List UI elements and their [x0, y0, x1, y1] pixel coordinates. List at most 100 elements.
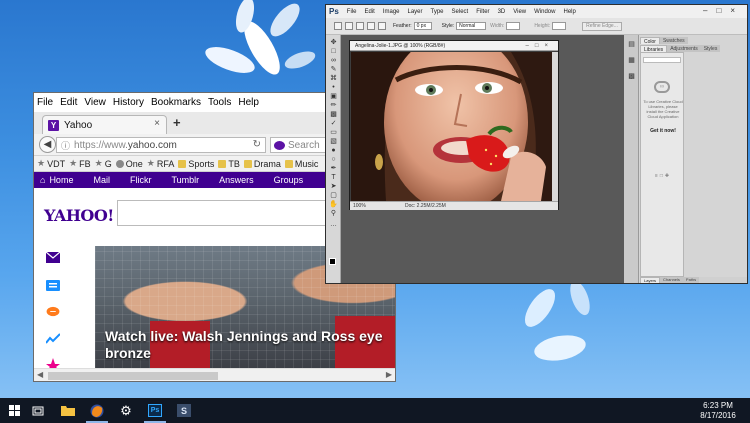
zoom-tool-icon[interactable]: ⚲: [329, 210, 338, 218]
foreground-color-swatch[interactable]: [329, 258, 336, 265]
blur-tool-icon[interactable]: ●: [329, 147, 338, 155]
path-selection-tool-icon[interactable]: ➤: [329, 183, 338, 191]
rectangle-tool-icon[interactable]: ▢: [329, 192, 338, 200]
style-select[interactable]: Normal: [456, 22, 487, 30]
news-icon[interactable]: [46, 280, 60, 291]
menu-edit[interactable]: Edit: [60, 97, 77, 108]
info-panel-icon[interactable]: ▩: [627, 73, 636, 81]
history-panel-icon[interactable]: ▤: [627, 41, 636, 49]
menu-help[interactable]: Help: [238, 97, 259, 108]
properties-panel-icon[interactable]: ▦: [627, 57, 636, 65]
ps-menu-type[interactable]: Type: [431, 9, 444, 15]
feather-input[interactable]: 0 px: [413, 22, 432, 30]
photoshop-window[interactable]: Ps File Edit Image Layer Type Select Fil…: [325, 4, 748, 284]
healing-brush-tool-icon[interactable]: ▣: [329, 93, 338, 101]
zoom-level[interactable]: 100%: [353, 202, 366, 211]
type-tool-icon[interactable]: T: [329, 174, 338, 182]
document-vertical-scrollbar[interactable]: [552, 52, 558, 201]
tab-swatches[interactable]: Swatches: [659, 37, 688, 44]
add-selection-icon[interactable]: [356, 22, 364, 30]
close-tab-icon[interactable]: ×: [154, 118, 160, 129]
yahoo-logo[interactable]: YAHOO!: [44, 206, 114, 225]
pen-tool-icon[interactable]: ✒: [329, 165, 338, 173]
tab-paths[interactable]: Paths: [682, 277, 700, 283]
bookmark-folder-sports[interactable]: Sports: [178, 159, 214, 169]
ps-menu-help[interactable]: Help: [563, 9, 575, 15]
bookmark-g[interactable]: ★ G: [95, 158, 112, 169]
hand-tool-icon[interactable]: ✋: [329, 201, 338, 209]
system-clock[interactable]: 6:23 PM 8/17/2016: [692, 401, 744, 421]
lasso-tool-icon[interactable]: ∞: [329, 57, 338, 65]
document-window[interactable]: Angelina-Jolie-1.JPG @ 100% (RGB/8#) –□×: [349, 40, 559, 210]
ps-menu-image[interactable]: Image: [383, 9, 400, 15]
new-selection-icon[interactable]: [345, 22, 353, 30]
scrollbar-thumb[interactable]: [48, 372, 218, 380]
yahoo-nav-answers[interactable]: Answers: [219, 175, 254, 185]
yahoo-nav-home[interactable]: Home: [49, 175, 73, 185]
marquee-preset-icon[interactable]: [334, 22, 342, 30]
tab-layers[interactable]: Layers: [640, 277, 661, 283]
ps-menu-layer[interactable]: Layer: [408, 9, 423, 15]
marquee-tool-icon[interactable]: □: [329, 48, 338, 56]
yahoo-nav-mail[interactable]: Mail: [93, 175, 110, 185]
intersect-selection-icon[interactable]: [378, 22, 386, 30]
tab-channels[interactable]: Channels: [660, 277, 683, 283]
taskbar-photoshop[interactable]: Ps: [141, 398, 169, 423]
move-tool-icon[interactable]: ✥: [329, 39, 338, 47]
bookmark-folder-music[interactable]: Music: [284, 159, 318, 169]
height-input[interactable]: [552, 22, 567, 30]
task-view-button[interactable]: [24, 398, 52, 423]
eraser-tool-icon[interactable]: ▭: [329, 129, 338, 137]
taskbar-app[interactable]: S: [170, 398, 198, 423]
subtract-selection-icon[interactable]: [367, 22, 375, 30]
scroll-right-icon[interactable]: ▶: [386, 370, 392, 379]
scroll-left-icon[interactable]: ◀: [37, 370, 43, 379]
menu-bookmarks[interactable]: Bookmarks: [151, 97, 201, 108]
back-button[interactable]: ◀: [39, 136, 56, 153]
ps-menu-edit[interactable]: Edit: [364, 9, 374, 15]
tab-libraries[interactable]: Libraries: [640, 45, 668, 53]
bookmark-rfa[interactable]: ★ RFA: [147, 158, 175, 169]
library-dropdown[interactable]: [643, 57, 681, 63]
ps-menu-3d[interactable]: 3D: [498, 9, 506, 15]
menu-tools[interactable]: Tools: [208, 97, 231, 108]
menu-history[interactable]: History: [113, 97, 144, 108]
news-headline[interactable]: Watch live: Walsh Jennings and Ross eye …: [105, 328, 395, 362]
gradient-tool-icon[interactable]: ▧: [329, 138, 338, 146]
quick-select-tool-icon[interactable]: ✎: [329, 66, 338, 74]
yahoo-nav-groups[interactable]: Groups: [274, 175, 304, 185]
taskbar-file-explorer[interactable]: [54, 398, 82, 423]
ps-menu-view[interactable]: View: [513, 9, 526, 15]
menu-file[interactable]: File: [37, 97, 53, 108]
get-it-now-link[interactable]: Get it now!: [643, 128, 683, 134]
reload-icon[interactable]: ↻: [253, 139, 261, 150]
eyedropper-tool-icon[interactable]: •: [329, 84, 338, 92]
library-actions-icons[interactable]: ≡□✚: [643, 173, 683, 179]
ps-menu-select[interactable]: Select: [452, 9, 469, 15]
tab-adjustments[interactable]: Adjustments: [667, 45, 701, 52]
document-window-controls[interactable]: –□×: [526, 41, 554, 51]
mail-envelope-icon[interactable]: [46, 252, 60, 263]
bookmark-folder-drama[interactable]: Drama: [243, 159, 281, 169]
sports-football-icon[interactable]: [46, 306, 60, 317]
tab-styles[interactable]: Styles: [700, 45, 721, 52]
taskbar-firefox[interactable]: [83, 398, 111, 423]
bookmark-one[interactable]: One: [115, 159, 143, 169]
edit-toolbar-icon[interactable]: …: [329, 221, 338, 229]
bookmark-fb[interactable]: ★ FB: [69, 158, 91, 169]
url-bar[interactable]: ⓘ https://www. yahoo.com ↻: [56, 137, 266, 153]
history-brush-tool-icon[interactable]: ✓: [329, 120, 338, 128]
clone-stamp-tool-icon[interactable]: ▩: [329, 111, 338, 119]
yahoo-nav-flickr[interactable]: Flickr: [130, 175, 152, 185]
bookmark-folder-tb[interactable]: TB: [218, 159, 240, 169]
dodge-tool-icon[interactable]: ○: [329, 156, 338, 164]
document-photo[interactable]: [351, 52, 552, 201]
taskbar-settings[interactable]: ⚙: [112, 398, 140, 423]
window-controls[interactable]: –□×: [703, 6, 744, 15]
menu-view[interactable]: View: [84, 97, 106, 108]
refine-edge-button[interactable]: Refine Edge...: [582, 21, 622, 31]
horizontal-scrollbar[interactable]: ◀ ▶: [34, 368, 395, 381]
tab-color[interactable]: Color: [640, 37, 660, 45]
finance-chart-icon[interactable]: [46, 333, 60, 344]
brush-tool-icon[interactable]: ✏: [329, 102, 338, 110]
